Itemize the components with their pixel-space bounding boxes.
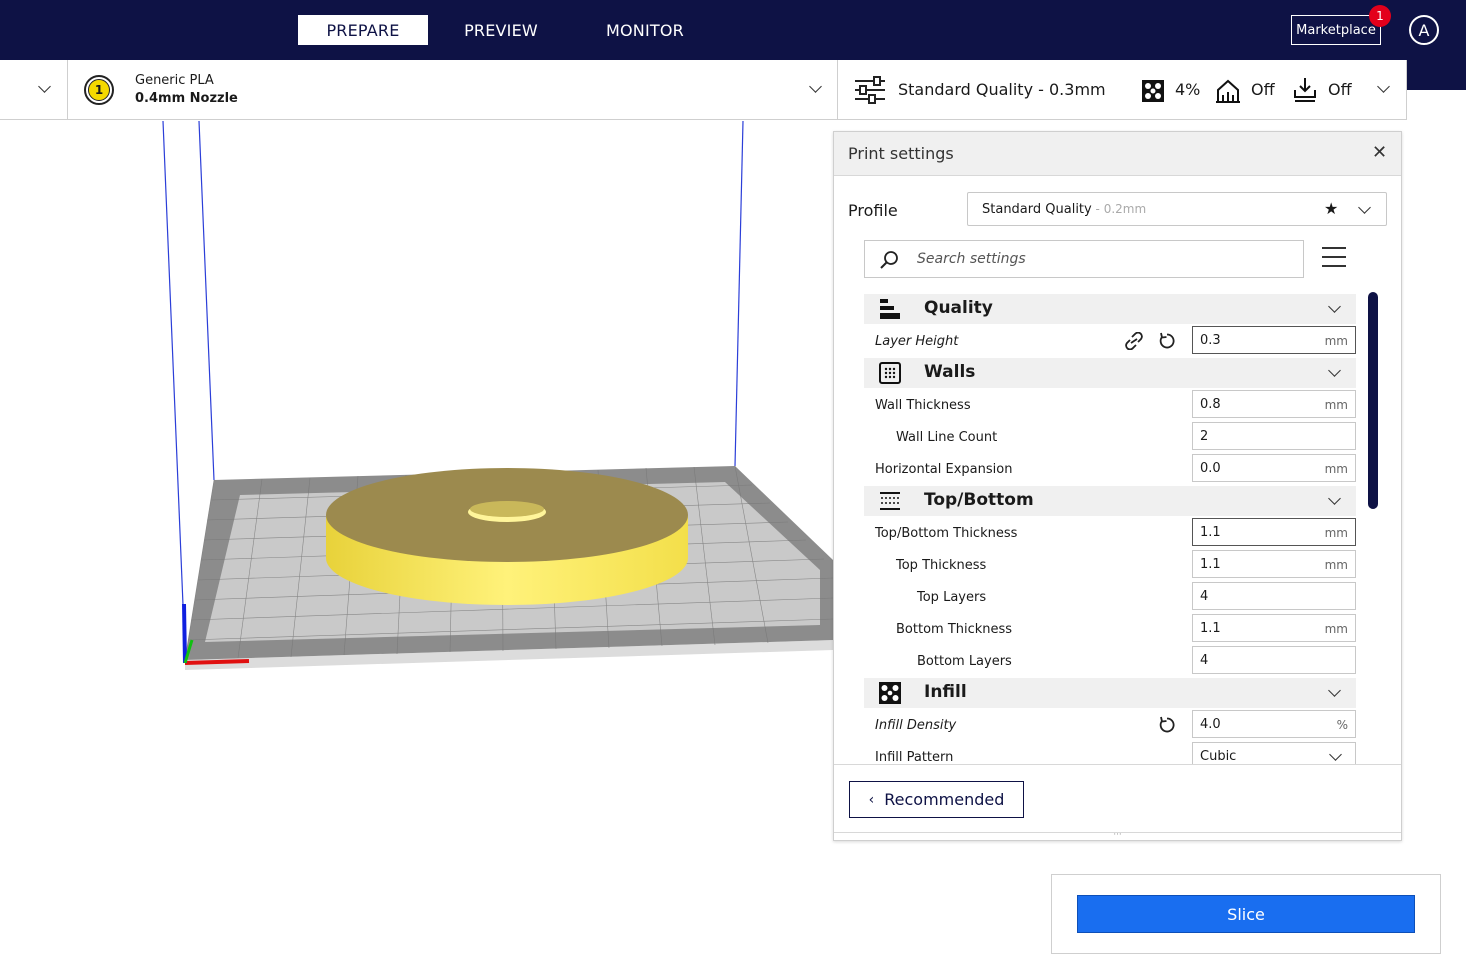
infill-value: 4% [1175, 80, 1201, 99]
setting-label: Top Layers [917, 590, 987, 605]
chevron-down-icon [1328, 684, 1341, 697]
infill-pattern-select[interactable]: Cubic [1192, 742, 1356, 764]
layer-height-field[interactable]: 0.3 mm [1192, 326, 1356, 354]
setting-label: Top/Bottom Thickness [875, 526, 1018, 541]
marketplace-button[interactable]: Marketplace [1291, 15, 1381, 45]
setting-label: Wall Thickness [875, 398, 971, 413]
menu-icon[interactable] [1322, 247, 1346, 269]
category-title: Infill [924, 682, 967, 702]
chevron-down-icon [1328, 300, 1341, 313]
setting-label: Wall Line Count [896, 430, 998, 445]
extruder-selector[interactable]: 1 Generic PLA 0.4mm Nozzle [68, 60, 838, 120]
recommended-button[interactable]: ‹ Recommended [849, 781, 1024, 818]
setting-label: Bottom Layers [917, 654, 1012, 669]
extruder-number-icon: 1 [84, 75, 114, 105]
resize-handle[interactable]: ··· [834, 831, 1401, 840]
chevron-down-icon [38, 80, 51, 93]
walls-icon [879, 362, 901, 384]
setting-label: Infill Pattern [875, 750, 954, 764]
action-panel: Slice [1051, 874, 1441, 954]
setting-label: Bottom Thickness [896, 622, 1013, 637]
infill-icon [879, 682, 901, 704]
support-value: Off [1251, 80, 1275, 99]
reset-icon[interactable] [1158, 332, 1176, 350]
bottom-thickness-field[interactable]: 1.1 mm [1192, 614, 1356, 642]
setting-label: Top Thickness [896, 558, 987, 573]
sliders-icon [855, 76, 885, 104]
wall-line-count-field[interactable]: 2 [1192, 422, 1356, 450]
chevron-down-icon [1328, 492, 1341, 505]
tab-preview[interactable]: PREVIEW [446, 15, 556, 45]
adhesion-value: Off [1328, 80, 1352, 99]
top-layers-field[interactable]: 4 [1192, 582, 1356, 610]
infill-density-field[interactable]: 4.0 % [1192, 710, 1356, 738]
top-thickness-field[interactable]: 1.1 mm [1192, 550, 1356, 578]
category-quality[interactable]: Quality [864, 294, 1356, 324]
panel-header: Print settings ✕ [834, 132, 1401, 176]
setting-label: Infill Density [875, 718, 957, 733]
printer-selector[interactable] [0, 60, 68, 120]
reset-icon[interactable] [1158, 716, 1176, 734]
chevron-down-icon [1329, 748, 1342, 761]
settings-list: Quality Layer Height 0.3 mm Walls Wall T… [862, 292, 1358, 764]
close-icon[interactable]: ✕ [1372, 142, 1387, 163]
build-volume-scene [162, 121, 833, 670]
search-placeholder: Search settings [917, 251, 1026, 267]
panel-title: Print settings [848, 144, 954, 163]
slice-button[interactable]: Slice [1077, 895, 1415, 933]
settings-scrollbar[interactable] [1368, 292, 1378, 509]
link-icon[interactable] [1124, 332, 1144, 350]
infill-icon [1142, 80, 1164, 102]
wall-thickness-field[interactable]: 0.8 mm [1192, 390, 1356, 418]
account-avatar[interactable]: A [1409, 15, 1439, 45]
setting-label: Horizontal Expansion [875, 462, 1013, 477]
star-icon[interactable]: ★ [1324, 199, 1338, 218]
search-icon [880, 251, 898, 269]
profile-dropdown[interactable]: Standard Quality - 0.2mm ★ [967, 192, 1387, 226]
marketplace-badge: 1 [1369, 5, 1391, 27]
chevron-down-icon [1377, 80, 1390, 93]
category-topbottom[interactable]: Top/Bottom [864, 486, 1356, 516]
category-title: Walls [924, 362, 976, 382]
chevron-down-icon [1358, 201, 1371, 214]
topbottom-icon [880, 492, 900, 510]
3d-viewport[interactable] [0, 121, 833, 955]
tab-monitor[interactable]: MONITOR [590, 15, 700, 45]
top-bar: PREPARE PREVIEW MONITOR Marketplace 1 A [0, 0, 1466, 60]
profile-name: Standard Quality - 0.2mm [982, 202, 1147, 217]
bottom-layers-field[interactable]: 4 [1192, 646, 1356, 674]
support-icon [1216, 79, 1240, 103]
profile-subtitle: - 0.2mm [1091, 202, 1147, 216]
setting-label: Layer Height [875, 334, 959, 349]
header-edge [1407, 60, 1466, 90]
panel-divider [834, 764, 1401, 765]
print-settings-panel: Print settings ✕ Profile Standard Qualit… [833, 131, 1402, 841]
quality-icon [880, 299, 900, 319]
chevron-left-icon: ‹ [868, 791, 875, 808]
topbottom-thickness-field[interactable]: 1.1 mm [1192, 518, 1356, 546]
quality-profile-label: Standard Quality - 0.3mm [898, 80, 1106, 99]
search-input[interactable]: Search settings [864, 240, 1304, 278]
category-title: Top/Bottom [924, 490, 1034, 510]
chevron-down-icon [809, 80, 822, 93]
category-title: Quality [924, 298, 993, 318]
category-infill[interactable]: Infill [864, 678, 1356, 708]
nozzle-size: 0.4mm Nozzle [135, 91, 238, 106]
tab-prepare[interactable]: PREPARE [298, 15, 428, 45]
chevron-down-icon [1328, 364, 1341, 377]
horizontal-expansion-field[interactable]: 0.0 mm [1192, 454, 1356, 482]
material-name: Generic PLA [135, 73, 214, 88]
profile-label: Profile [848, 201, 898, 220]
category-walls[interactable]: Walls [864, 358, 1356, 388]
adhesion-icon [1294, 78, 1316, 102]
print-setup-selector[interactable]: Standard Quality - 0.3mm 4% Off Off [838, 60, 1407, 120]
